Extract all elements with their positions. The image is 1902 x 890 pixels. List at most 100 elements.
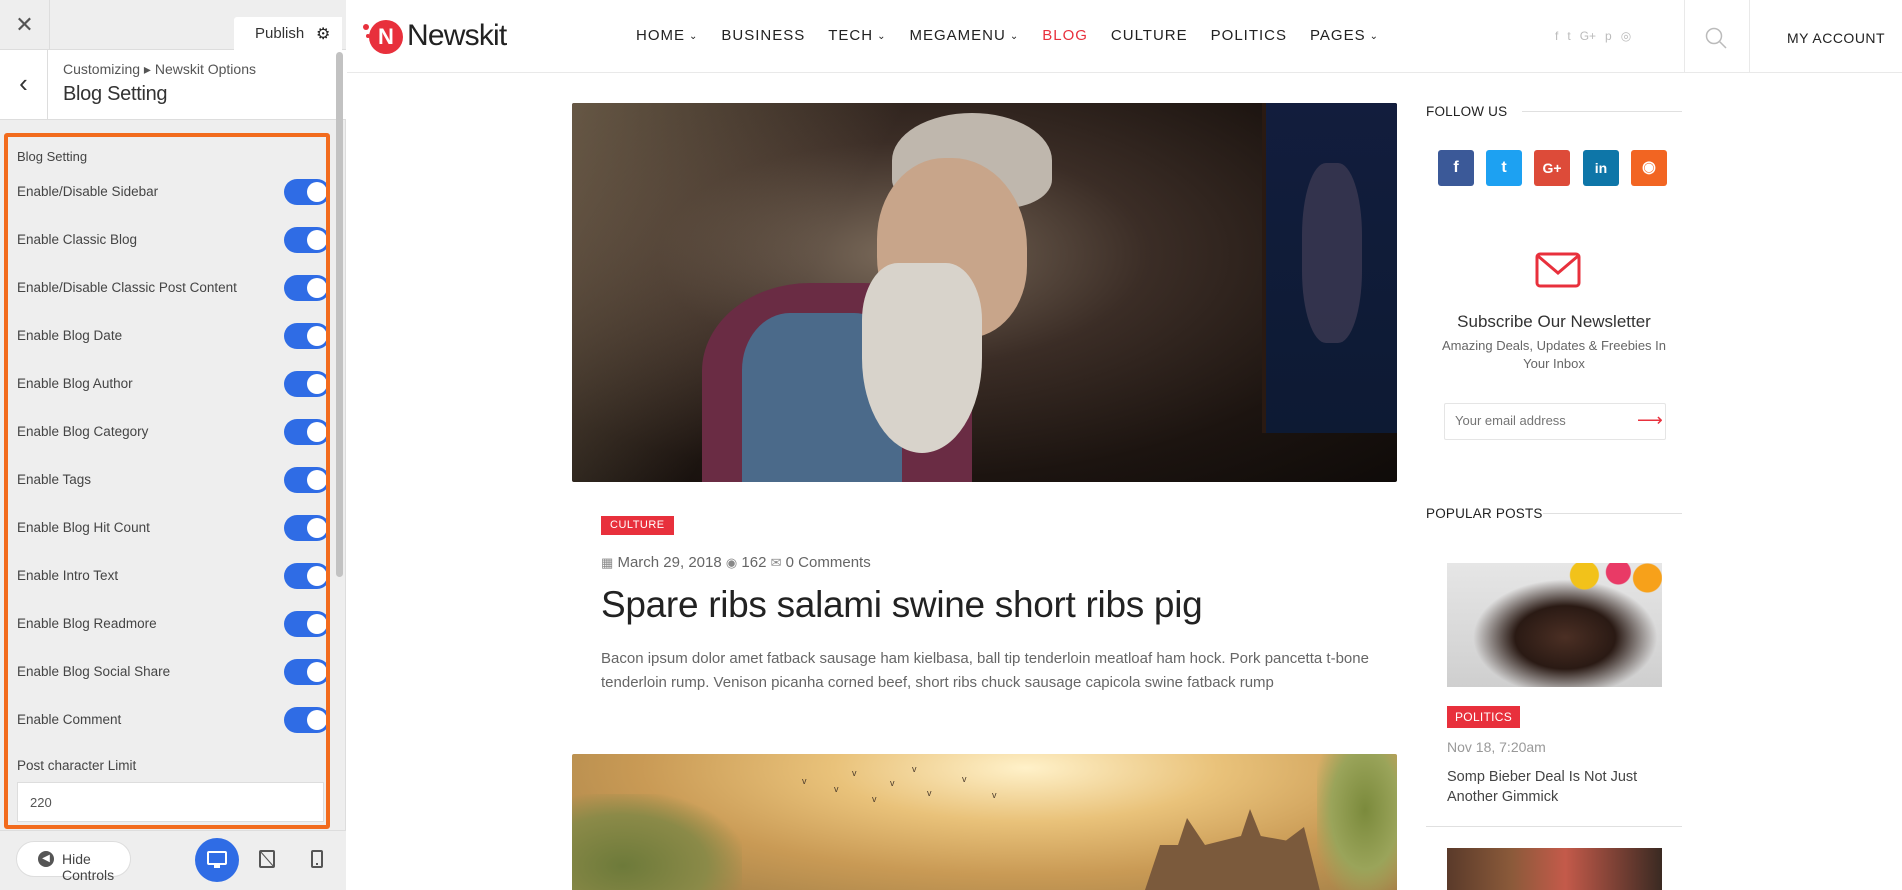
toggle-switch[interactable] [284,179,326,205]
toggle-row: Enable/Disable Classic Post Content [17,273,326,303]
toggle-switch[interactable] [284,275,326,301]
pinterest-icon[interactable]: p [1605,29,1612,43]
toggle-row: Enable Blog Date [17,321,326,351]
post-comments[interactable]: 0 Comments [786,554,871,571]
toggle-knob [307,326,326,346]
post-meta: ▦ March 29, 2018 ◉ 162 ✉ 0 Comments [601,554,871,571]
chevron-down-icon: ⌄ [877,31,887,42]
facebook-icon[interactable]: f [1438,150,1474,186]
toggle-switch[interactable] [284,611,326,637]
publish-button[interactable]: Publish ⚙ [234,17,342,50]
toggle-switch[interactable] [284,515,326,541]
menu-item-politics[interactable]: POLITICS [1211,27,1287,47]
instagram-icon[interactable]: ◎ [1621,29,1631,43]
chevron-down-icon: ⌄ [1009,31,1020,42]
main-menu: HOME ⌄ BUSINESS TECH ⌄ MEGAMENU ⌄ BLOG CULT… [636,27,1402,47]
search-icon[interactable] [1705,27,1727,49]
google-plus-icon[interactable]: G+ [1580,29,1596,43]
popular-post-image[interactable] [1447,563,1662,687]
toggle-switch[interactable] [284,371,326,397]
toggle-switch[interactable] [284,707,326,733]
toggle-row: Enable/Disable Sidebar [17,177,326,207]
menu-item-tech[interactable]: TECH ⌄ [828,27,886,47]
toggle-knob [307,422,326,442]
menu-item-culture[interactable]: CULTURE [1111,27,1188,47]
bird-icon: v [927,788,932,798]
menu-item-pages[interactable]: PAGES ⌄ [1310,27,1379,47]
post-featured-image[interactable] [572,103,1397,482]
post-views: 162 [741,554,767,571]
post-category-badge[interactable]: CULTURE [601,516,674,535]
toggle-switch[interactable] [284,467,326,493]
toggle-row: Enable Blog Category [17,417,326,447]
newsletter-subtitle: Amazing Deals, Updates & Freebies In You… [1442,338,1666,371]
scrollbar[interactable] [336,52,343,577]
back-icon[interactable]: ‹ [0,50,48,120]
site-logo[interactable]: N Newskit [363,19,534,54]
post-featured-image[interactable]: v v v v v v v v v [572,754,1397,890]
popular-post-title[interactable]: Somp Bieber Deal Is Not Just Another Gim… [1447,767,1662,807]
menu-item-blog[interactable]: BLOG [1042,27,1088,47]
toggle-switch[interactable] [284,419,326,445]
gear-icon[interactable]: ⚙ [316,24,330,44]
chevron-down-icon: ⌄ [689,31,699,42]
toggle-label: Enable/Disable Classic Post Content [17,280,237,295]
menu-label: MEGAMENU [909,27,1006,44]
menu-label: HOME [636,27,685,44]
linkedin-icon[interactable]: in [1583,150,1619,186]
bird-icon: v [852,768,857,778]
facebook-icon[interactable]: f [1555,29,1558,43]
hide-controls-button[interactable]: ◀ Hide Controls [16,841,131,883]
hide-controls-label: Hide Controls [62,851,115,883]
popular-post-date: Nov 18, 7:20am [1447,739,1546,755]
publish-label: Publish [255,25,305,42]
breadcrumb: Customizing ▸ Newskit Options [63,61,256,77]
bird-icon: v [802,776,807,786]
twitter-icon[interactable]: t [1567,29,1570,43]
rss-icon[interactable]: ◉ [1631,150,1667,186]
toggle-switch[interactable] [284,227,326,253]
image-detail [862,263,982,453]
bird-icon: v [962,774,967,784]
mobile-preview-icon[interactable] [305,846,329,874]
image-detail [1317,754,1397,890]
toggle-switch[interactable] [284,659,326,685]
menu-label: CULTURE [1110,27,1188,44]
eye-icon: ◉ [725,555,738,570]
header-divider [1684,0,1685,72]
chevron-down-icon: ⌄ [1369,31,1379,42]
section-title: Blog Setting [63,83,168,105]
toggle-label: Enable Intro Text [17,568,119,583]
logo-text: Newskit [407,19,507,52]
toggle-knob [307,182,326,202]
tablet-preview-icon[interactable] [255,846,279,874]
post-char-limit-input[interactable] [17,782,324,822]
close-icon[interactable]: ✕ [0,0,50,50]
my-account-link[interactable]: MY ACCOUNT [1787,30,1885,46]
arrow-right-icon[interactable]: ⟶ [1637,410,1663,431]
email-field[interactable] [1455,413,1625,428]
menu-item-megamenu[interactable]: MEGAMENU ⌄ [909,27,1019,47]
panel-heading: Blog Setting [17,149,88,164]
desktop-preview-icon[interactable] [195,838,239,882]
toggle-label: Enable Blog Date [17,328,123,343]
menu-item-business[interactable]: BUSINESS [721,27,805,47]
twitter-icon[interactable]: t [1486,150,1522,186]
image-detail [1302,163,1362,343]
toggle-label: Enable Blog Author [17,376,133,391]
google-plus-icon[interactable]: G+ [1534,150,1570,186]
toggle-switch[interactable] [284,563,326,589]
toggle-label: Enable/Disable Sidebar [17,184,159,199]
menu-item-home[interactable]: HOME ⌄ [636,27,698,47]
toggle-knob [307,710,326,730]
post-title[interactable]: Spare ribs salami swine short ribs pig [601,584,1203,626]
popular-post-image[interactable] [1447,848,1662,890]
app-window: ✕ Publish ⚙ ‹ Customizing ▸ Newskit Opti… [0,0,1902,890]
toggle-row: Enable Classic Blog [17,225,326,255]
popular-post-category-badge[interactable]: POLITICS [1447,706,1521,728]
toggle-knob [307,278,326,298]
toggle-label: Enable Blog Category [17,424,149,439]
toggle-switch[interactable] [284,323,326,349]
customizer-topbar: ✕ Publish ⚙ [0,0,346,50]
calendar-icon: ▦ [601,555,614,570]
